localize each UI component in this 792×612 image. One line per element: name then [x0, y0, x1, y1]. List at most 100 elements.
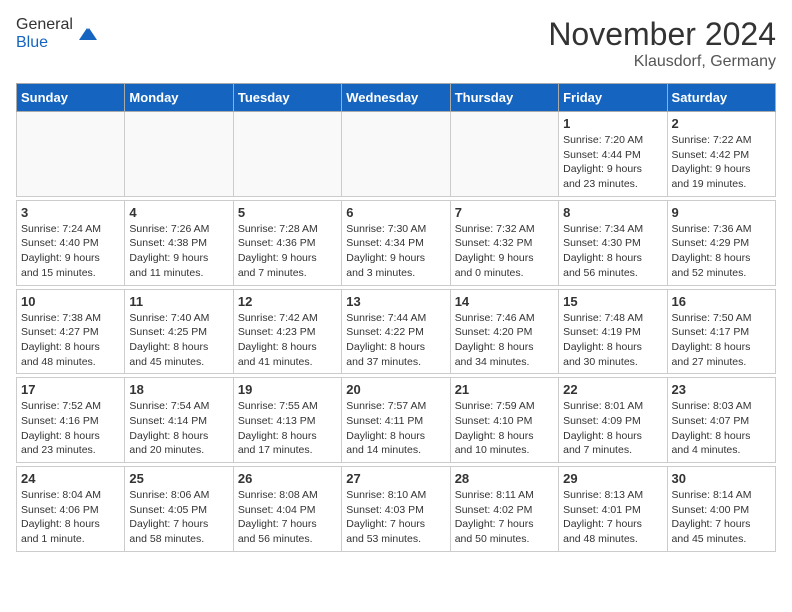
- day-info: Sunrise: 7:28 AM Sunset: 4:36 PM Dayligh…: [238, 222, 337, 281]
- day-number: 12: [238, 294, 337, 309]
- day-number: 26: [238, 471, 337, 486]
- day-number: 24: [21, 471, 120, 486]
- day-info: Sunrise: 7:50 AM Sunset: 4:17 PM Dayligh…: [672, 311, 771, 370]
- day-cell: 3 Sunrise: 7:24 AM Sunset: 4:40 PM Daylig…: [17, 200, 125, 285]
- col-thursday: Thursday: [450, 84, 558, 112]
- day-info: Sunrise: 7:55 AM Sunset: 4:13 PM Dayligh…: [238, 399, 337, 458]
- day-cell: 17 Sunrise: 7:52 AM Sunset: 4:16 PM Dayli…: [17, 378, 125, 463]
- day-cell: [450, 112, 558, 197]
- day-number: 25: [129, 471, 228, 486]
- day-cell: 10 Sunrise: 7:38 AM Sunset: 4:27 PM Dayli…: [17, 289, 125, 374]
- day-number: 11: [129, 294, 228, 309]
- day-cell: 11 Sunrise: 7:40 AM Sunset: 4:25 PM Dayli…: [125, 289, 233, 374]
- week-row-2: 10 Sunrise: 7:38 AM Sunset: 4:27 PM Dayli…: [17, 289, 776, 374]
- day-info: Sunrise: 8:08 AM Sunset: 4:04 PM Dayligh…: [238, 488, 337, 547]
- day-number: 20: [346, 382, 445, 397]
- day-cell: 19Sunrise: 7:55 AM Sunset: 4:13 PM Dayli…: [233, 378, 341, 463]
- day-number: 1: [563, 116, 662, 131]
- day-info: Sunrise: 8:01 AM Sunset: 4:09 PM Dayligh…: [563, 399, 662, 458]
- col-tuesday: Tuesday: [233, 84, 341, 112]
- day-info: Sunrise: 7:24 AM Sunset: 4:40 PM Dayligh…: [21, 222, 120, 281]
- logo-blue-text: Blue: [16, 34, 48, 51]
- day-cell: 5 Sunrise: 7:28 AM Sunset: 4:36 PM Daylig…: [233, 200, 341, 285]
- day-cell: 20 Sunrise: 7:57 AM Sunset: 4:11 PM Dayli…: [342, 378, 450, 463]
- day-cell: 27Sunrise: 8:10 AM Sunset: 4:03 PM Dayli…: [342, 467, 450, 552]
- day-number: 6: [346, 205, 445, 220]
- day-number: 14: [455, 294, 554, 309]
- day-info: Sunrise: 7:42 AM Sunset: 4:23 PM Dayligh…: [238, 311, 337, 370]
- day-cell: 14 Sunrise: 7:46 AM Sunset: 4:20 PM Dayli…: [450, 289, 558, 374]
- day-info: Sunrise: 7:36 AM Sunset: 4:29 PM Dayligh…: [672, 222, 771, 281]
- day-cell: 1 Sunrise: 7:20 AM Sunset: 4:44 PM Daylig…: [559, 112, 667, 197]
- day-cell: 24 Sunrise: 8:04 AM Sunset: 4:06 PM Dayli…: [17, 467, 125, 552]
- location: Klausdorf, Germany: [548, 53, 776, 71]
- day-info: Sunrise: 7:59 AM Sunset: 4:10 PM Dayligh…: [455, 399, 554, 458]
- day-info: Sunrise: 7:44 AM Sunset: 4:22 PM Dayligh…: [346, 311, 445, 370]
- week-row-0: 1 Sunrise: 7:20 AM Sunset: 4:44 PM Daylig…: [17, 112, 776, 197]
- month-title: November 2024: [548, 16, 776, 53]
- day-info: Sunrise: 8:11 AM Sunset: 4:02 PM Dayligh…: [455, 488, 554, 547]
- day-cell: [17, 112, 125, 197]
- day-cell: 22 Sunrise: 8:01 AM Sunset: 4:09 PM Dayli…: [559, 378, 667, 463]
- day-cell: 29 Sunrise: 8:13 AM Sunset: 4:01 PM Dayli…: [559, 467, 667, 552]
- day-cell: 25 Sunrise: 8:06 AM Sunset: 4:05 PM Dayli…: [125, 467, 233, 552]
- day-cell: 13Sunrise: 7:44 AM Sunset: 4:22 PM Dayli…: [342, 289, 450, 374]
- day-info: Sunrise: 7:26 AM Sunset: 4:38 PM Dayligh…: [129, 222, 228, 281]
- page: General Blue November 2024 Klausdorf, Ge…: [0, 0, 792, 568]
- logo: General Blue: [16, 16, 99, 52]
- day-cell: 28 Sunrise: 8:11 AM Sunset: 4:02 PM Dayli…: [450, 467, 558, 552]
- day-cell: [342, 112, 450, 197]
- day-cell: [125, 112, 233, 197]
- day-number: 10: [21, 294, 120, 309]
- day-info: Sunrise: 7:48 AM Sunset: 4:19 PM Dayligh…: [563, 311, 662, 370]
- day-cell: 12 Sunrise: 7:42 AM Sunset: 4:23 PM Dayli…: [233, 289, 341, 374]
- day-number: 15: [563, 294, 662, 309]
- day-cell: 2Sunrise: 7:22 AM Sunset: 4:42 PM Daylig…: [667, 112, 775, 197]
- calendar: Sunday Monday Tuesday Wednesday Thursday…: [16, 83, 776, 552]
- day-cell: [233, 112, 341, 197]
- day-info: Sunrise: 7:54 AM Sunset: 4:14 PM Dayligh…: [129, 399, 228, 458]
- day-number: 22: [563, 382, 662, 397]
- day-info: Sunrise: 7:40 AM Sunset: 4:25 PM Dayligh…: [129, 311, 228, 370]
- day-cell: 26 Sunrise: 8:08 AM Sunset: 4:04 PM Dayli…: [233, 467, 341, 552]
- day-info: Sunrise: 8:13 AM Sunset: 4:01 PM Dayligh…: [563, 488, 662, 547]
- day-info: Sunrise: 7:38 AM Sunset: 4:27 PM Dayligh…: [21, 311, 120, 370]
- day-info: Sunrise: 8:06 AM Sunset: 4:05 PM Dayligh…: [129, 488, 228, 547]
- day-number: 7: [455, 205, 554, 220]
- col-monday: Monday: [125, 84, 233, 112]
- day-info: Sunrise: 7:57 AM Sunset: 4:11 PM Dayligh…: [346, 399, 445, 458]
- day-number: 18: [129, 382, 228, 397]
- day-number: 5: [238, 205, 337, 220]
- day-number: 3: [21, 205, 120, 220]
- day-cell: 16Sunrise: 7:50 AM Sunset: 4:17 PM Dayli…: [667, 289, 775, 374]
- day-cell: 21 Sunrise: 7:59 AM Sunset: 4:10 PM Dayli…: [450, 378, 558, 463]
- day-info: Sunrise: 7:46 AM Sunset: 4:20 PM Dayligh…: [455, 311, 554, 370]
- col-saturday: Saturday: [667, 84, 775, 112]
- day-cell: 30Sunrise: 8:14 AM Sunset: 4:00 PM Dayli…: [667, 467, 775, 552]
- day-cell: 6Sunrise: 7:30 AM Sunset: 4:34 PM Daylig…: [342, 200, 450, 285]
- day-number: 27: [346, 471, 445, 486]
- day-info: Sunrise: 7:20 AM Sunset: 4:44 PM Dayligh…: [563, 133, 662, 192]
- day-number: 21: [455, 382, 554, 397]
- day-number: 28: [455, 471, 554, 486]
- day-number: 9: [672, 205, 771, 220]
- day-info: Sunrise: 7:52 AM Sunset: 4:16 PM Dayligh…: [21, 399, 120, 458]
- header: General Blue November 2024 Klausdorf, Ge…: [16, 16, 776, 71]
- day-number: 17: [21, 382, 120, 397]
- week-row-3: 17 Sunrise: 7:52 AM Sunset: 4:16 PM Dayli…: [17, 378, 776, 463]
- day-info: Sunrise: 7:34 AM Sunset: 4:30 PM Dayligh…: [563, 222, 662, 281]
- day-info: Sunrise: 8:04 AM Sunset: 4:06 PM Dayligh…: [21, 488, 120, 547]
- day-info: Sunrise: 8:03 AM Sunset: 4:07 PM Dayligh…: [672, 399, 771, 458]
- day-cell: 18 Sunrise: 7:54 AM Sunset: 4:14 PM Dayli…: [125, 378, 233, 463]
- day-number: 23: [672, 382, 771, 397]
- col-wednesday: Wednesday: [342, 84, 450, 112]
- day-cell: 7Sunrise: 7:32 AM Sunset: 4:32 PM Daylig…: [450, 200, 558, 285]
- week-row-1: 3 Sunrise: 7:24 AM Sunset: 4:40 PM Daylig…: [17, 200, 776, 285]
- day-number: 29: [563, 471, 662, 486]
- calendar-header-row: Sunday Monday Tuesday Wednesday Thursday…: [17, 84, 776, 112]
- logo-icon: [75, 22, 99, 46]
- day-cell: 8Sunrise: 7:34 AM Sunset: 4:30 PM Daylig…: [559, 200, 667, 285]
- day-info: Sunrise: 8:14 AM Sunset: 4:00 PM Dayligh…: [672, 488, 771, 547]
- day-cell: 23 Sunrise: 8:03 AM Sunset: 4:07 PM Dayli…: [667, 378, 775, 463]
- day-cell: 15 Sunrise: 7:48 AM Sunset: 4:19 PM Dayli…: [559, 289, 667, 374]
